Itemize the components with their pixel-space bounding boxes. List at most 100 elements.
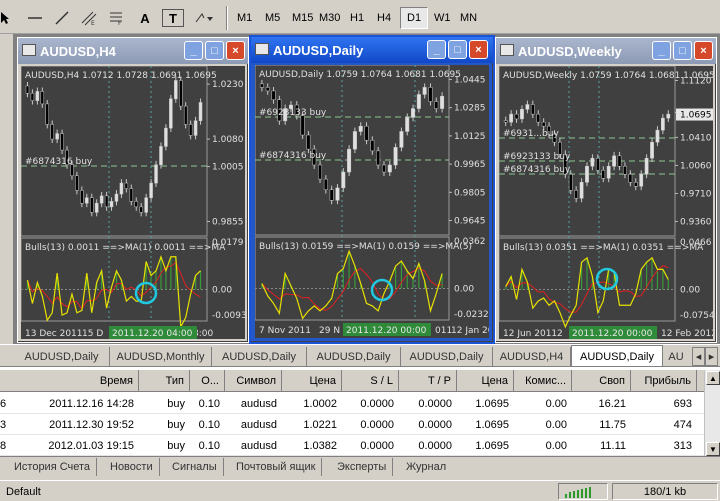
- chart-tab-active[interactable]: AUDUSD,Daily: [571, 345, 663, 367]
- indicator-tick-label: -0.0232: [454, 310, 489, 320]
- tabs-scroll-left-icon[interactable]: ◂: [692, 347, 705, 366]
- tab-journal[interactable]: Журнал: [400, 458, 452, 476]
- cell-volume: 0.10: [198, 397, 220, 410]
- minimize-button[interactable]: _: [184, 41, 203, 60]
- candle: [164, 127, 168, 147]
- chart-tab[interactable]: AUDUSD,Daily: [401, 347, 493, 366]
- col-current-price[interactable]: Цена: [457, 370, 514, 392]
- price-chart-svg[interactable]: 1.11201.07201.04101.00600.97100.93601.06…: [499, 66, 713, 339]
- col-commission[interactable]: Комис...: [514, 370, 572, 392]
- indicator-tick-label: 0.00: [212, 285, 232, 295]
- indicator-tick-label: 0.00: [454, 284, 474, 294]
- col-symbol[interactable]: Символ: [225, 370, 282, 392]
- hline-icon[interactable]: [24, 6, 46, 30]
- minimize-button[interactable]: _: [427, 40, 446, 59]
- candle: [666, 113, 671, 119]
- crosshair-date-label: 2011.12.20 04:00: [112, 329, 193, 339]
- fibo-channel-icon[interactable]: E: [78, 6, 100, 30]
- close-button[interactable]: ×: [469, 40, 488, 59]
- chart-window-h4[interactable]: AUDUSD,H4 _ □ × 1.0230 1.0080 1.0005 0.9855…: [17, 37, 249, 343]
- chart-tab[interactable]: AUDUSD,Daily: [14, 347, 110, 366]
- minimize-button[interactable]: _: [652, 41, 671, 60]
- price-tick-label: 0.9645: [454, 217, 486, 227]
- text-label-icon[interactable]: T: [162, 9, 184, 27]
- candle: [198, 102, 203, 122]
- candle: [633, 182, 638, 187]
- arrows-icon[interactable]: [192, 6, 218, 30]
- col-type[interactable]: Тип: [139, 370, 190, 392]
- timeframe-d1[interactable]: D1: [400, 7, 429, 29]
- navigator-edge[interactable]: [0, 34, 14, 344]
- fibo-icon[interactable]: F: [105, 6, 127, 30]
- chart-tab[interactable]: AUDUSD,Daily: [212, 347, 307, 366]
- candle: [370, 140, 375, 152]
- chart-icon: [500, 44, 514, 56]
- scroll-up-icon[interactable]: ▲: [706, 371, 720, 385]
- cell-type: buy: [167, 418, 185, 431]
- col-time[interactable]: Время: [0, 370, 139, 392]
- tab-mailbox[interactable]: Почтовый ящик: [230, 458, 323, 476]
- price-chart-svg[interactable]: 1.0230 1.0080 1.0005 0.9855 AUDUSD,H4 1.0712…: [21, 66, 245, 339]
- candle: [85, 197, 89, 204]
- order-label: #6923133 buy: [259, 108, 327, 118]
- timeframe-m1[interactable]: M1: [231, 7, 258, 29]
- col-open-price[interactable]: Цена: [282, 370, 342, 392]
- table-scrollbar[interactable]: ▲ ▼: [704, 370, 720, 458]
- close-button[interactable]: ×: [694, 41, 713, 60]
- table-row[interactable]: 8 2012.01.03 19:15 buy 0.10 audusd 1.038…: [0, 435, 704, 456]
- timeframe-w1[interactable]: W1: [428, 7, 457, 29]
- chart-area[interactable]: 1.11201.07201.04101.00600.97100.93601.06…: [499, 66, 713, 339]
- chart-tab[interactable]: AUDUSD,Monthly: [110, 347, 212, 366]
- chart-area[interactable]: 1.0230 1.0080 1.0005 0.9855 AUDUSD,H4 1.0712…: [21, 66, 245, 339]
- chart-info-label: AUDUSD,Weekly 1.0759 1.0764 1.0681 1.069…: [503, 71, 713, 81]
- tab-experts[interactable]: Эксперты: [331, 458, 394, 476]
- price-chart-svg[interactable]: 1.04451.02851.01250.99650.98050.9645AUDU…: [255, 65, 489, 338]
- table-row[interactable]: 6 2011.12.16 14:28 buy 0.10 audusd 1.000…: [0, 393, 704, 414]
- trendline-icon[interactable]: [51, 6, 73, 30]
- chart-tabs-bar: AUDUSD,Daily AUDUSD,Monthly AUDUSD,Daily…: [0, 344, 720, 367]
- tab-account-history[interactable]: История Счета: [8, 458, 98, 476]
- col-profit[interactable]: Прибыль: [631, 370, 697, 392]
- chart-tab[interactable]: AUDUSD,Daily: [307, 347, 401, 366]
- maximize-button[interactable]: □: [448, 40, 467, 59]
- scroll-down-icon[interactable]: ▼: [706, 442, 720, 456]
- timeframe-h1[interactable]: H1: [344, 7, 370, 29]
- cell-swap: 16.21: [598, 397, 626, 410]
- maximize-button[interactable]: □: [205, 41, 224, 60]
- window-title-text: AUDUSD,H4: [40, 43, 116, 59]
- price-tick-label: 1.0125: [454, 132, 486, 142]
- chart-icon: [255, 43, 269, 55]
- chart-window-weekly[interactable]: AUDUSD,Weekly _ □ × 1.11201.07201.04101.…: [495, 37, 717, 343]
- table-row[interactable]: 3 2011.12.30 19:52 buy 0.10 audusd 1.022…: [0, 414, 704, 435]
- indicator-tick-label: -0.0093: [212, 311, 245, 321]
- close-button[interactable]: ×: [226, 41, 245, 60]
- col-stoploss[interactable]: S / L: [342, 370, 399, 392]
- indicator-tick-label: 0.0179: [212, 238, 244, 248]
- price-tick-label: 0.9965: [454, 160, 486, 170]
- text-a-icon[interactable]: A: [134, 6, 156, 30]
- candle: [99, 195, 104, 204]
- cell-commission: 0.00: [545, 397, 567, 410]
- chart-tab[interactable]: AUDUSD,H4: [493, 347, 571, 366]
- status-profile[interactable]: Default: [2, 483, 122, 500]
- chart-tab[interactable]: AU: [663, 347, 689, 366]
- candle: [422, 87, 427, 95]
- col-swap[interactable]: Своп: [572, 370, 631, 392]
- timeframe-m30[interactable]: M30: [313, 7, 346, 29]
- chart-area[interactable]: 1.0445 1.0285 1.0125 0.9965 0.9805 0.9645 AUDU…: [255, 65, 489, 338]
- chart-window-daily[interactable]: AUDUSD,Daily _ □ × 1.0445 1.0285 1.0125 0.9…: [249, 35, 495, 344]
- tabs-scroll-right-icon[interactable]: ▸: [705, 347, 718, 366]
- timeframe-mn[interactable]: MN: [454, 7, 483, 29]
- timeframe-m5[interactable]: M5: [259, 7, 286, 29]
- tab-signals[interactable]: Сигналы: [166, 458, 224, 476]
- cursor-icon[interactable]: [0, 6, 10, 30]
- col-takeprofit[interactable]: T / P: [399, 370, 457, 392]
- candle: [169, 98, 173, 129]
- candle: [514, 113, 519, 120]
- tab-news[interactable]: Новости: [104, 458, 160, 476]
- timeframe-h4[interactable]: H4: [371, 7, 397, 29]
- candle: [159, 146, 163, 165]
- candle: [193, 120, 198, 136]
- col-volume[interactable]: О...: [190, 370, 225, 392]
- maximize-button[interactable]: □: [673, 41, 692, 60]
